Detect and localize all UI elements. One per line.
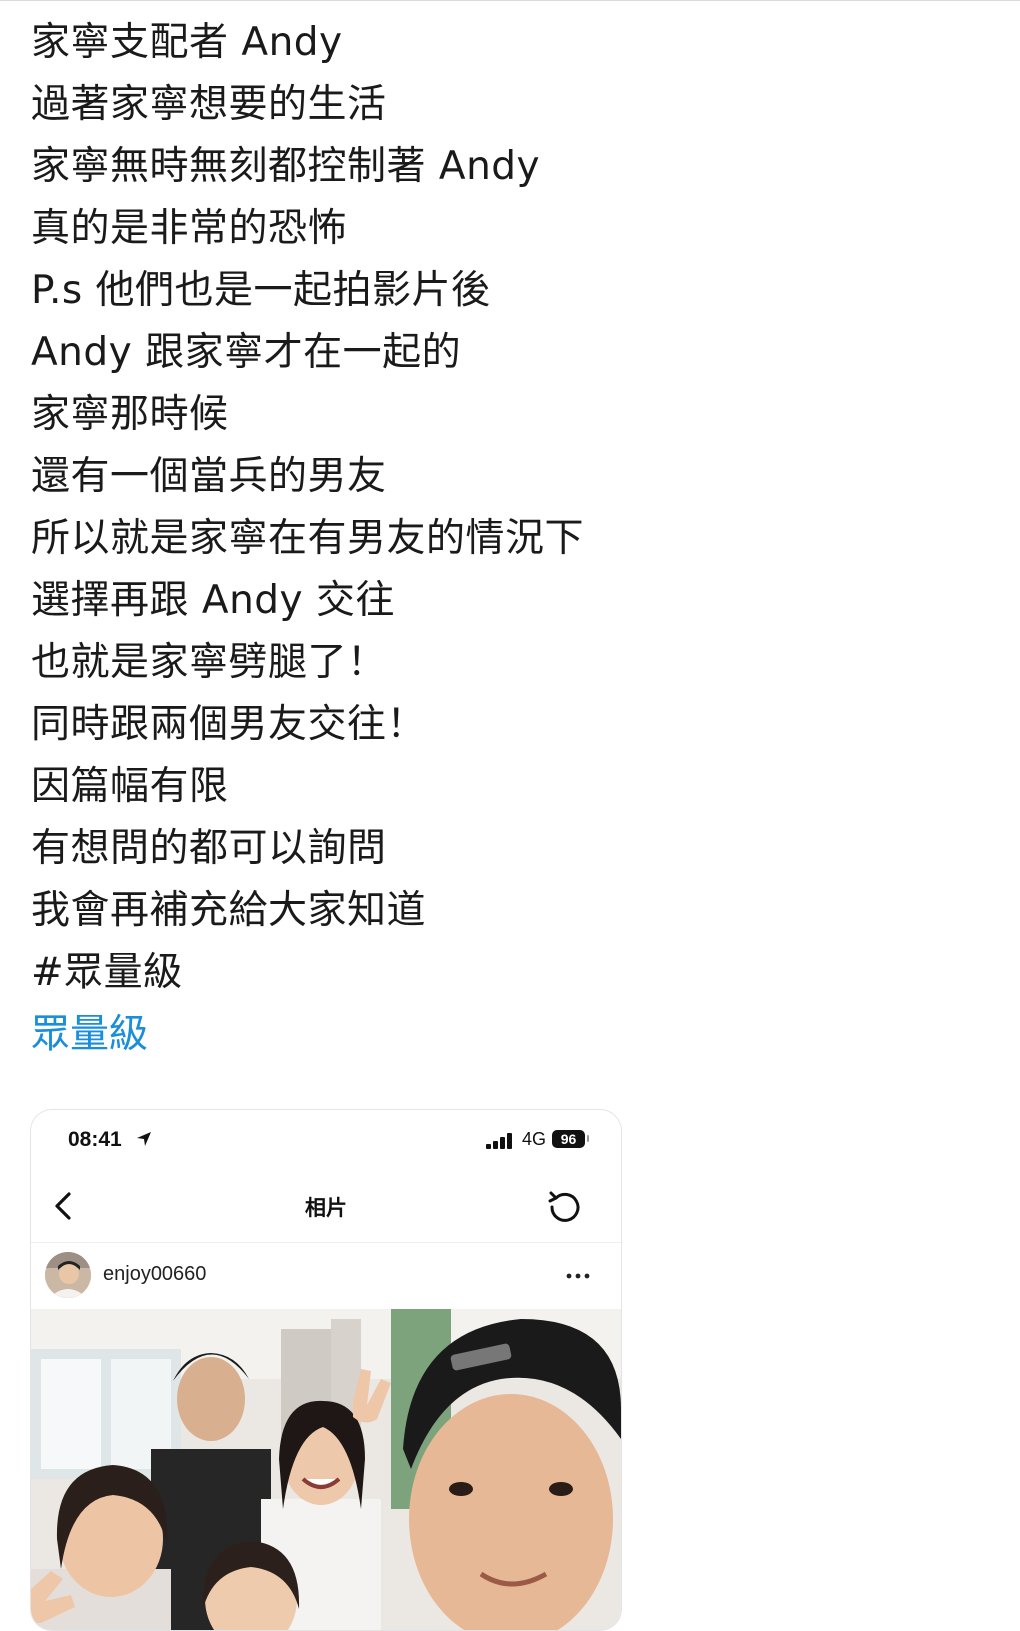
post-line: 選擇再跟 Andy 交往 <box>31 578 396 623</box>
hashtag-text: #眾量級 <box>31 950 183 995</box>
post-photo[interactable] <box>31 1309 621 1630</box>
location-arrow-icon <box>137 1132 151 1146</box>
post-line: 家寧那時候 <box>31 392 229 437</box>
refresh-button[interactable] <box>543 1184 587 1228</box>
avatar[interactable] <box>45 1252 91 1298</box>
post-line: 過著家寧想要的生活 <box>31 82 387 127</box>
post-line: 所以就是家寧在有男友的情況下 <box>31 516 585 561</box>
post-line: 還有一個當兵的男友 <box>31 454 387 499</box>
post-line: 家寧無時無刻都控制著 Andy <box>31 144 541 189</box>
post-line: 也就是家寧劈腿了！ <box>31 640 387 685</box>
post-line: 有想問的都可以詢問 <box>31 826 387 871</box>
hashtag-link[interactable]: 眾量級 <box>31 1004 731 1066</box>
post-header: enjoy00660 <box>31 1243 621 1309</box>
refresh-icon <box>548 1191 580 1222</box>
battery-cap <box>587 1135 589 1142</box>
username[interactable]: enjoy00660 <box>103 1263 206 1286</box>
post-line: P.s 他們也是一起拍影片後 <box>31 268 491 313</box>
nav-title: 相片 <box>305 1196 347 1220</box>
signal-bars-icon <box>486 1133 512 1149</box>
post-line: 家寧支配者 Andy <box>31 20 343 65</box>
network-type: 4G <box>522 1129 547 1149</box>
post-line: Andy 跟家寧才在一起的 <box>31 330 462 375</box>
post-line: 我會再補充給大家知道 <box>31 888 427 933</box>
top-divider <box>0 0 1020 1</box>
embedded-screenshot[interactable]: 08:41 4G 96 相片 enjoy00660 <box>30 1109 622 1631</box>
post-body: 家寧支配者 Andy 過著家寧想要的生活 家寧無時無刻都控制著 Andy 真的是… <box>31 12 731 1066</box>
group-selfie-image <box>31 1309 621 1630</box>
nav-bar: 相片 <box>31 1170 621 1243</box>
battery-indicator: 96 <box>552 1130 585 1148</box>
status-time: 08:41 <box>68 1128 122 1151</box>
avatar-photo <box>45 1252 91 1298</box>
post-line: 因篇幅有限 <box>31 764 229 809</box>
more-options-button[interactable] <box>558 1261 598 1291</box>
status-bar: 08:41 4G 96 <box>31 1110 621 1170</box>
post-line: 真的是非常的恐怖 <box>31 206 348 251</box>
more-horizontal-icon <box>566 1273 590 1279</box>
post-line: 同時跟兩個男友交往！ <box>31 702 427 747</box>
